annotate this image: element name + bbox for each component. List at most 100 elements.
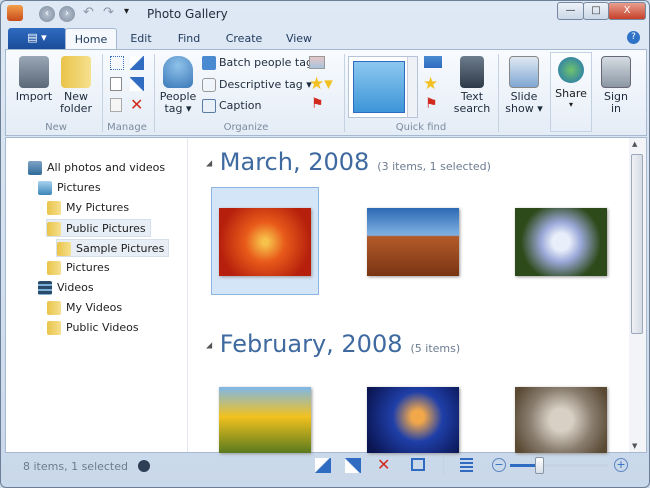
binoculars-icon — [460, 56, 484, 88]
select-all-icon[interactable] — [110, 56, 124, 70]
thumbnail-jellyfish[interactable] — [367, 387, 459, 453]
projector-screen-icon — [509, 56, 539, 88]
import-button[interactable]: Import — [14, 56, 54, 103]
group-new-label: New — [45, 122, 67, 133]
nav-pictures-folder[interactable]: Pictures — [47, 259, 114, 277]
import-label: Import — [15, 90, 53, 103]
redo-button[interactable]: ↷ — [103, 5, 114, 20]
tab-edit[interactable]: Edit — [123, 28, 159, 49]
folder-icon — [47, 261, 61, 275]
content-area: All photos and videos Pictures My Pictur… — [5, 137, 647, 453]
calendar-icon[interactable] — [424, 56, 442, 68]
text-search-button[interactable]: Text search — [452, 56, 492, 115]
group-header-february-2008[interactable]: ◢ February, 2008 (5 items) — [206, 330, 460, 358]
folder-icon — [61, 56, 91, 88]
text-search-label-2: search — [453, 102, 491, 115]
customize-qat-button[interactable]: ▾ — [124, 6, 129, 17]
zoom-slider-thumb[interactable] — [535, 457, 545, 474]
group-title: February, 2008 — [219, 330, 403, 358]
group-organize-label: Organize — [223, 122, 269, 133]
geotag-icon[interactable] — [309, 56, 325, 69]
app-icon — [7, 5, 23, 21]
scrollbar-thumb[interactable] — [631, 154, 643, 334]
tab-find[interactable]: Find — [169, 28, 209, 49]
rotate-left-icon[interactable] — [130, 56, 144, 70]
nav-label: Public Pictures — [66, 222, 146, 235]
gallery-scrollbar[interactable] — [407, 57, 417, 117]
folder-icon — [47, 301, 61, 315]
group-header-march-2008[interactable]: ◢ March, 2008 (3 items, 1 selected) — [206, 148, 491, 176]
group-count: (3 items, 1 selected) — [377, 160, 491, 173]
forward-button[interactable]: › — [59, 6, 75, 22]
nav-my-pictures[interactable]: My Pictures — [47, 199, 133, 217]
people-filter-gallery[interactable] — [348, 56, 418, 118]
rotate-right-icon[interactable] — [345, 458, 361, 473]
group-count: (5 items) — [410, 342, 461, 355]
help-icon[interactable]: ? — [627, 31, 640, 44]
thumbnail-desert[interactable] — [367, 208, 459, 276]
new-folder-label-2: folder — [60, 102, 92, 115]
collapse-icon[interactable]: ◢ — [206, 341, 212, 350]
divider — [344, 54, 345, 132]
nav-public-pictures[interactable]: Public Pictures — [46, 219, 151, 237]
window-title: Photo Gallery — [147, 7, 228, 21]
nav-my-videos[interactable]: My Videos — [47, 299, 126, 317]
thumbnail-hydrangeas[interactable] — [515, 208, 607, 276]
maximize-button[interactable]: □ — [583, 2, 609, 20]
folder-icon — [47, 222, 61, 236]
thumbnail-koala[interactable] — [515, 387, 607, 453]
nav-label: My Videos — [66, 301, 123, 314]
nav-all-photos-and-videos[interactable]: All photos and videos — [28, 159, 169, 177]
descriptive-tag-button[interactable]: Descriptive tag ▾ — [202, 78, 312, 92]
nav-pictures-library[interactable]: Pictures — [38, 179, 105, 197]
zoom-out-button[interactable]: − — [492, 458, 506, 472]
thumbnail-tulips[interactable] — [219, 387, 311, 453]
user-sign-in-icon — [601, 56, 631, 88]
file-menu-button[interactable]: ▤ ▾ — [8, 28, 66, 49]
caption-label: Caption — [219, 99, 262, 112]
batch-people-tag-button[interactable]: Batch people tag — [202, 56, 313, 70]
share-button[interactable]: Share ▾ — [550, 52, 592, 132]
people-tag-button[interactable]: People tag ▾ — [158, 56, 198, 115]
star-filter-icon[interactable]: ★ — [423, 74, 438, 94]
caption-button[interactable]: Caption — [202, 99, 261, 113]
flag-icon[interactable]: ⚑ — [311, 96, 324, 112]
vertical-scrollbar[interactable]: ▲ ▼ — [629, 138, 646, 452]
tab-home[interactable]: Home — [65, 28, 117, 49]
photo-gallery-window: ‹ › ↶ ↷ ▾ Photo Gallery — □ X ▤ ▾ Home E… — [0, 0, 650, 488]
rating-star-icon[interactable]: ★▾ — [309, 74, 333, 94]
rotate-left-icon[interactable] — [315, 458, 331, 473]
videos-icon — [38, 281, 52, 295]
minimize-button[interactable]: — — [557, 2, 584, 20]
copy-icon[interactable] — [110, 77, 122, 91]
collapse-icon[interactable]: ◢ — [206, 159, 212, 168]
sign-in-button[interactable]: Sign in — [596, 56, 636, 115]
nav-label: All photos and videos — [47, 161, 166, 174]
group-quick-find-label: Quick find — [395, 122, 447, 133]
scroll-down-arrow[interactable]: ▼ — [632, 442, 637, 450]
tab-create[interactable]: Create — [219, 28, 269, 49]
delete-icon[interactable]: ✕ — [130, 95, 143, 114]
nav-public-videos[interactable]: Public Videos — [47, 319, 143, 337]
paste-icon[interactable] — [110, 98, 122, 112]
delete-icon[interactable]: ✕ — [377, 455, 390, 474]
back-button[interactable]: ‹ — [39, 6, 55, 22]
undo-button[interactable]: ↶ — [83, 5, 94, 20]
zoom-slider-track[interactable] — [510, 464, 608, 467]
rotate-right-icon[interactable] — [130, 77, 144, 91]
slide-show-button[interactable]: Slide show ▾ — [503, 56, 545, 115]
tab-view[interactable]: View — [279, 28, 319, 49]
new-folder-button[interactable]: New folder — [56, 56, 96, 115]
group-manage-label: Manage — [107, 122, 147, 133]
nav-sample-pictures[interactable]: Sample Pictures — [56, 239, 170, 257]
nav-videos-library[interactable]: Videos — [38, 279, 98, 297]
nav-label: Public Videos — [66, 321, 139, 334]
scroll-up-arrow[interactable]: ▲ — [632, 140, 637, 148]
clock-icon[interactable] — [138, 460, 150, 472]
slideshow-icon[interactable] — [411, 458, 425, 471]
thumbnail-chrysanthemum[interactable] — [219, 208, 311, 276]
close-button[interactable]: X — [608, 2, 646, 20]
details-view-icon[interactable] — [460, 458, 473, 473]
zoom-in-button[interactable]: + — [614, 458, 628, 472]
flag-filter-icon[interactable]: ⚑ — [425, 96, 438, 112]
